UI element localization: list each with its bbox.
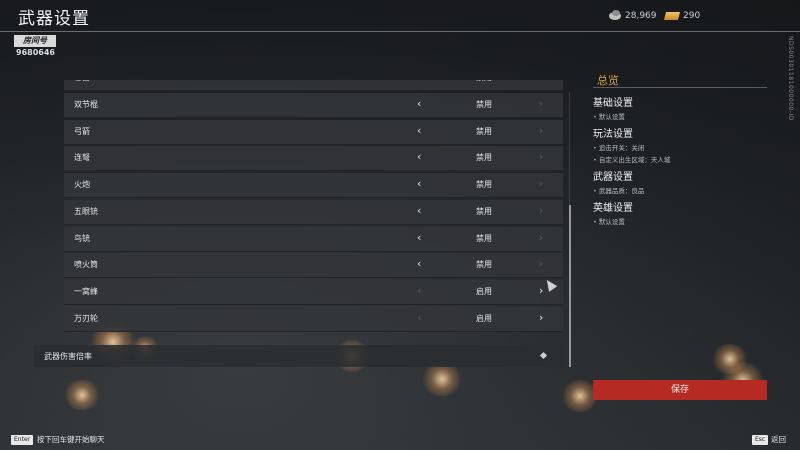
back-button[interactable]: 返回 bbox=[771, 435, 786, 445]
weapon-name: 连弩 bbox=[74, 153, 90, 163]
overview-detail: 默认设置 bbox=[593, 216, 625, 226]
overview-detail: 默认设置 bbox=[593, 111, 625, 121]
weapon-name: 双节棍 bbox=[74, 100, 98, 109]
weapon-value: 启用 bbox=[476, 286, 492, 296]
chevron-left-icon[interactable]: ‹ bbox=[417, 98, 421, 110]
chevron-right-icon[interactable]: › bbox=[539, 231, 543, 244]
weapon-name: 五眼铳 bbox=[74, 206, 98, 216]
lantern-light bbox=[420, 362, 464, 396]
weapon-name: 万刃轮 bbox=[74, 313, 98, 323]
overview-section-heading: 武器设置 bbox=[593, 172, 633, 183]
weapon-name: 火炮 bbox=[74, 180, 90, 190]
chevron-right-icon[interactable]: › bbox=[539, 284, 543, 297]
chevron-right-icon[interactable]: › bbox=[539, 178, 543, 190]
list-item[interactable]: 五眼铳 ‹ 禁用 › bbox=[64, 199, 563, 225]
chat-hint[interactable]: 按下回车键开始聊天 bbox=[37, 435, 105, 445]
weapon-damage-multiplier-row[interactable]: 武器伤害倍率 bbox=[34, 345, 563, 367]
side-code: NDS00301181000000-ID bbox=[787, 36, 794, 121]
weapon-value: 禁用 bbox=[476, 206, 492, 216]
chevron-left-icon[interactable]: ‹ bbox=[417, 258, 421, 270]
chevron-left-icon[interactable]: ‹ bbox=[417, 284, 421, 297]
coin-icon bbox=[609, 10, 621, 20]
weapon-value: 禁用 bbox=[464, 80, 504, 83]
silver-currency: 28,969 bbox=[609, 10, 657, 21]
overview-section-heading: 基础设置 bbox=[593, 98, 633, 109]
room-label: 房间号 bbox=[14, 35, 56, 47]
chevron-left-icon[interactable]: ‹ bbox=[417, 311, 421, 324]
gold-amount: 290 bbox=[683, 11, 701, 21]
chevron-left-icon[interactable]: ‹ bbox=[417, 151, 421, 163]
silver-amount: 28,969 bbox=[625, 11, 657, 21]
list-item[interactable]: 双节棍 ‹ 禁用 › bbox=[64, 93, 563, 118]
weapon-value: 禁用 bbox=[476, 100, 492, 109]
weapon-name: 一窝蜂 bbox=[74, 286, 98, 296]
list-item[interactable]: 鸟铳 ‹ 禁用 › bbox=[64, 226, 563, 252]
list-item[interactable]: 火炮 ‹ 禁用 › bbox=[64, 173, 563, 199]
chevron-left-icon[interactable]: ‹ bbox=[417, 231, 421, 244]
gold-currency: 290 bbox=[663, 11, 701, 21]
list-item[interactable]: 万刃轮 ‹ 启用 › bbox=[64, 306, 563, 332]
weapon-list[interactable]: 匕首 ‹ 禁用 › 双节棍 ‹ 禁用 › 弓箭 ‹ 禁用 › 连弩 ‹ 禁用 › 火炮 ‹ 禁用 › 五眼铳 ‹ 禁… bbox=[64, 80, 563, 344]
chevron-left-icon[interactable]: ‹ bbox=[417, 124, 421, 137]
list-scrollbar-thumb[interactable] bbox=[569, 205, 571, 367]
gold-bar-icon bbox=[663, 12, 681, 20]
lantern-light bbox=[710, 344, 750, 374]
chevron-right-icon[interactable]: › bbox=[539, 80, 543, 83]
chevron-right-icon[interactable]: › bbox=[539, 311, 543, 324]
overview-detail: 自定义出生区域：天人城 bbox=[593, 154, 671, 164]
weapon-name: 弓箭 bbox=[74, 126, 90, 136]
list-item[interactable]: 匕首 ‹ 禁用 › bbox=[64, 80, 563, 91]
lantern-light bbox=[62, 380, 102, 410]
weapon-value: 禁用 bbox=[476, 153, 492, 163]
overview-title: 总览 bbox=[597, 74, 619, 87]
weapon-name: 鸟铳 bbox=[74, 233, 90, 243]
list-item[interactable]: 喷火筒 ‹ 禁用 › bbox=[64, 253, 563, 279]
overview-section-heading: 英雄设置 bbox=[593, 203, 633, 214]
list-item[interactable]: 一窝蜂 ‹ 启用 › bbox=[64, 279, 563, 305]
list-item[interactable]: 连弩 ‹ 禁用 › bbox=[64, 146, 563, 172]
weapon-value: 禁用 bbox=[476, 126, 492, 136]
esc-key-icon: Esc bbox=[752, 435, 769, 445]
page-title: 武器设置 bbox=[18, 9, 90, 29]
chevron-left-icon[interactable]: ‹ bbox=[417, 178, 421, 190]
weapon-value: 禁用 bbox=[476, 233, 492, 243]
weapon-name: 匕首 bbox=[74, 80, 90, 83]
enter-key-icon: Enter bbox=[11, 435, 34, 445]
room-id: 9680646 bbox=[16, 48, 55, 57]
overview-divider bbox=[593, 87, 767, 88]
weapon-value: 禁用 bbox=[476, 260, 492, 270]
weapon-value: 禁用 bbox=[476, 180, 492, 190]
chevron-right-icon[interactable]: › bbox=[539, 124, 543, 137]
overview-section-heading: 玩法设置 bbox=[593, 129, 633, 140]
weapon-name: 喷火筒 bbox=[74, 260, 98, 270]
chevron-right-icon[interactable]: › bbox=[539, 204, 543, 217]
list-item[interactable]: 弓箭 ‹ 禁用 › bbox=[64, 119, 563, 145]
save-button[interactable]: 保存 bbox=[593, 380, 767, 400]
multiplier-label: 武器伤害倍率 bbox=[44, 352, 92, 361]
chevron-right-icon[interactable]: › bbox=[539, 98, 543, 110]
chevron-right-icon[interactable]: › bbox=[539, 258, 543, 270]
chevron-left-icon[interactable]: ‹ bbox=[417, 80, 421, 83]
chevron-left-icon[interactable]: ‹ bbox=[417, 204, 421, 217]
overview-detail: 追击开关：关闭 bbox=[593, 142, 645, 152]
overview-detail: 武器品质：良品 bbox=[593, 185, 645, 195]
chevron-right-icon[interactable]: › bbox=[539, 151, 543, 163]
weapon-value: 启用 bbox=[476, 313, 492, 323]
diamond-icon bbox=[539, 351, 548, 360]
header-divider bbox=[0, 31, 800, 32]
